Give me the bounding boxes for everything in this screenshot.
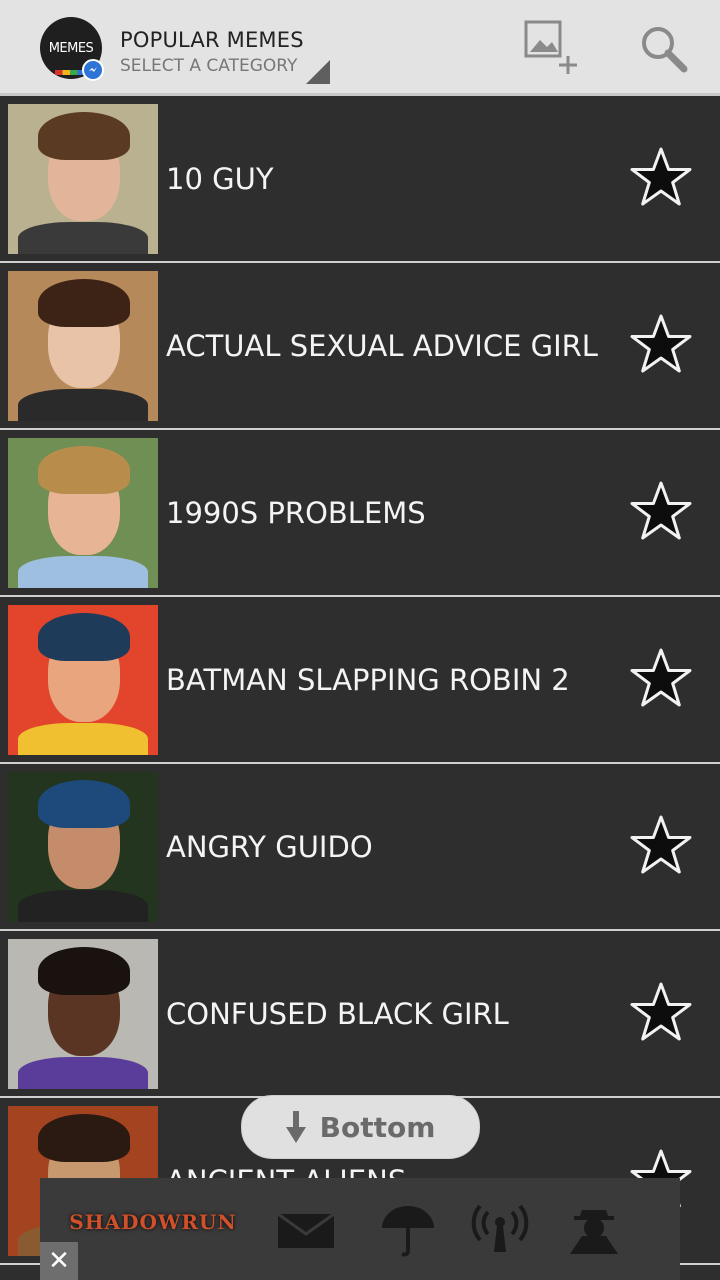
app-logo[interactable]: MEMES	[40, 17, 104, 81]
meme-title: ANGRY GUIDO	[166, 829, 373, 864]
thumbnail-hair-shape	[38, 112, 130, 160]
search-icon	[642, 27, 688, 73]
ad-brand-logo[interactable]: SHADOWRUN	[69, 1192, 235, 1252]
meme-list-item[interactable]: 10 GUY	[0, 96, 720, 263]
meme-list-item[interactable]: BATMAN SLAPPING ROBIN 2	[0, 597, 720, 764]
category-dropdown-icon[interactable]	[306, 60, 330, 84]
meme-thumbnail	[8, 772, 158, 922]
page-title: POPULAR MEMES	[120, 28, 304, 52]
favorite-star-icon[interactable]	[628, 814, 694, 878]
meme-thumbnail	[8, 939, 158, 1089]
search-button[interactable]	[638, 24, 690, 74]
meme-thumbnail	[8, 605, 158, 755]
thumbnail-body-shape	[18, 890, 148, 922]
scroll-to-bottom-button[interactable]: Bottom	[241, 1095, 480, 1159]
umbrella-icon	[382, 1206, 434, 1257]
ad-close-button[interactable]: ✕	[40, 1242, 78, 1280]
thumbnail-hair-shape	[38, 947, 130, 995]
favorite-star-icon[interactable]	[628, 480, 694, 544]
logo-color-stripe	[55, 70, 85, 75]
favorite-star-icon[interactable]	[628, 146, 694, 210]
thumbnail-body-shape	[18, 222, 148, 254]
meme-list-item[interactable]: ACTUAL SEXUAL ADVICE GIRL	[0, 263, 720, 430]
meme-list-item[interactable]: 1990S PROBLEMS	[0, 430, 720, 597]
meme-list-item[interactable]: ANGRY GUIDO	[0, 764, 720, 931]
meme-title: 10 GUY	[166, 161, 274, 196]
spy-icon	[570, 1210, 618, 1254]
meme-title: ACTUAL SEXUAL ADVICE GIRL	[166, 328, 598, 363]
favorite-star-icon[interactable]	[628, 647, 694, 711]
meme-thumbnail	[8, 438, 158, 588]
add-image-icon	[524, 20, 577, 74]
app-header: MEMES POPULAR MEMES SELECT A CATEGORY	[0, 0, 720, 96]
meme-title: 1990S PROBLEMS	[166, 495, 426, 530]
mail-icon	[277, 1212, 335, 1248]
add-image-button[interactable]	[522, 20, 582, 76]
logo-text: MEMES	[48, 40, 94, 56]
thumbnail-body-shape	[18, 723, 148, 755]
meme-title: CONFUSED BLACK GIRL	[166, 996, 509, 1031]
thumbnail-hair-shape	[38, 446, 130, 494]
category-selector-label[interactable]: SELECT A CATEGORY	[120, 56, 297, 76]
broadcast-icon	[471, 1204, 529, 1252]
messenger-badge-icon	[82, 59, 104, 81]
thumbnail-hair-shape	[38, 780, 130, 828]
meme-thumbnail	[8, 104, 158, 254]
favorite-star-icon[interactable]	[628, 313, 694, 377]
favorite-star-icon[interactable]	[628, 981, 694, 1045]
ad-banner[interactable]: SHADOWRUN	[40, 1178, 680, 1280]
thumbnail-body-shape	[18, 556, 148, 588]
arrow-down-icon	[285, 1111, 306, 1143]
meme-list-item[interactable]: CONFUSED BLACK GIRL	[0, 931, 720, 1098]
meme-thumbnail	[8, 271, 158, 421]
thumbnail-body-shape	[18, 1057, 148, 1089]
thumbnail-body-shape	[18, 389, 148, 421]
meme-title: BATMAN SLAPPING ROBIN 2	[166, 662, 570, 697]
scroll-to-bottom-label: Bottom	[319, 1110, 436, 1144]
thumbnail-hair-shape	[38, 1114, 130, 1162]
thumbnail-hair-shape	[38, 613, 130, 661]
meme-list: 10 GUY ACTUAL SEXUAL ADVICE GIRL 1990S PRO…	[0, 96, 720, 1265]
thumbnail-hair-shape	[38, 279, 130, 327]
